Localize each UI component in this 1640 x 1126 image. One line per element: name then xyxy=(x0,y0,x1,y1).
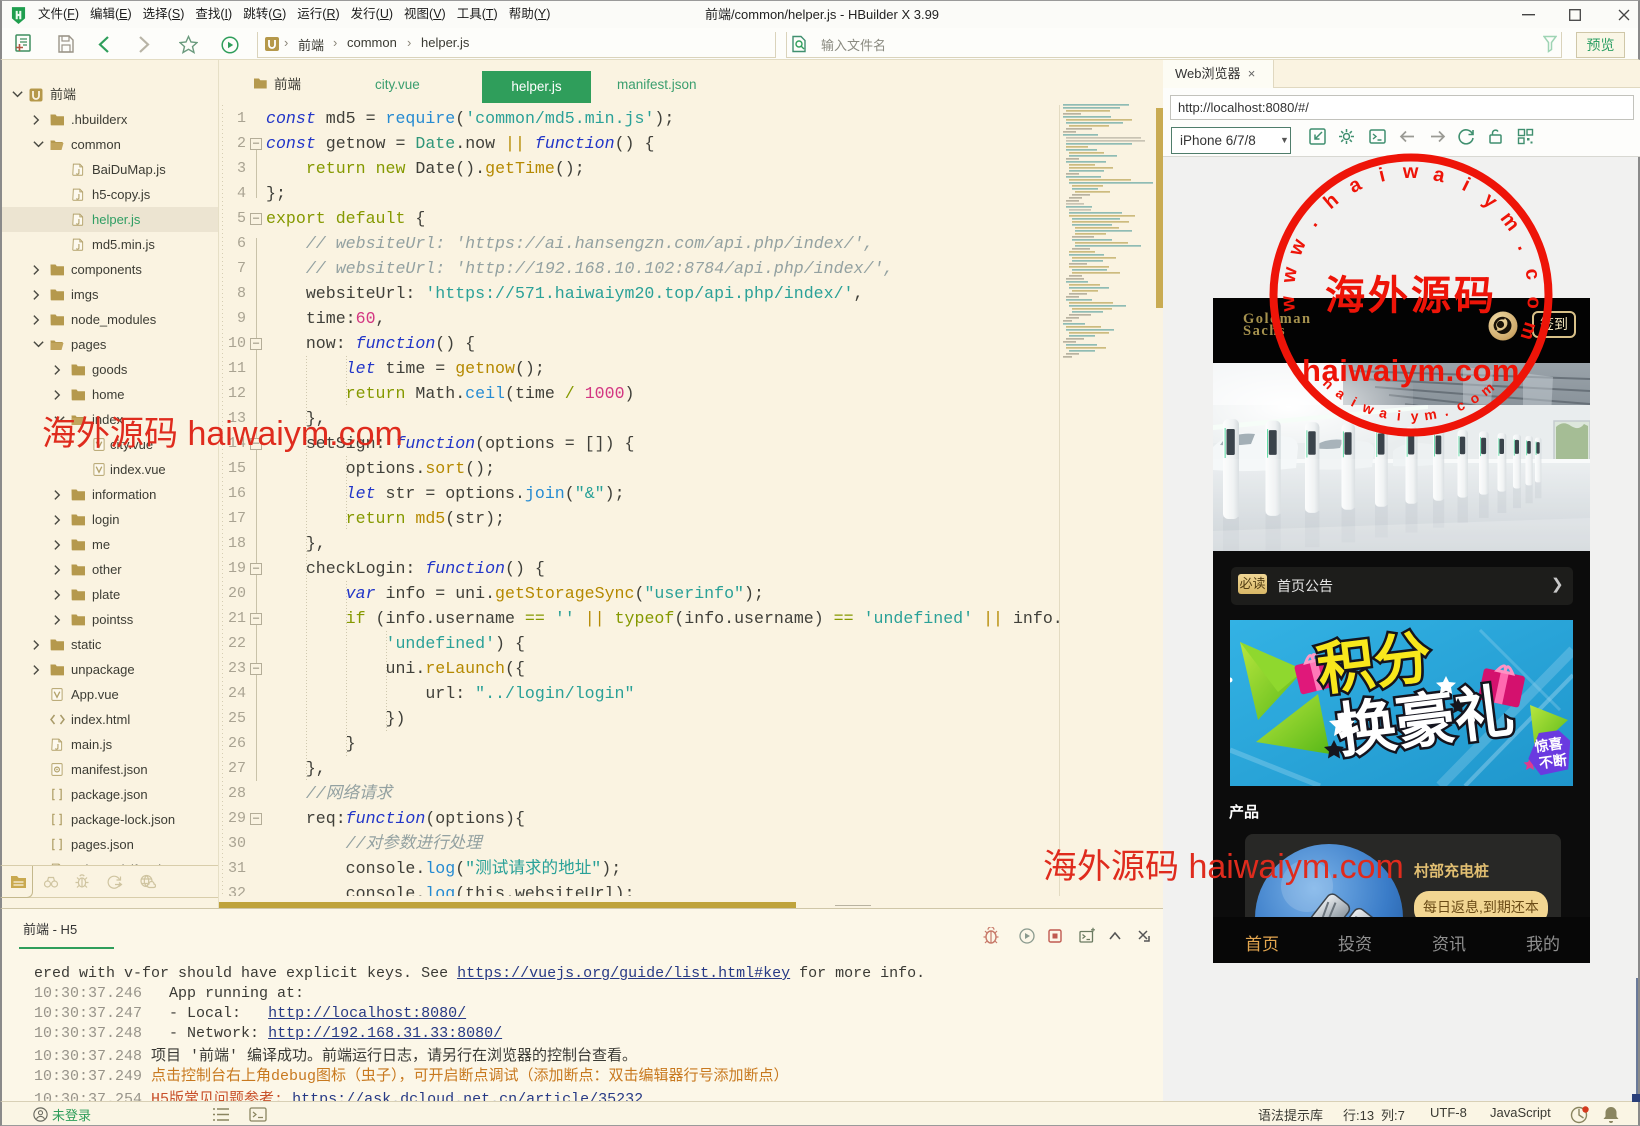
svg-text:y: y xyxy=(1479,189,1502,214)
svg-text:w: w xyxy=(1284,236,1311,260)
svg-text:w: w xyxy=(1402,161,1419,183)
svg-text:o: o xyxy=(1522,296,1545,310)
svg-text:.: . xyxy=(1513,240,1535,254)
svg-text:c: c xyxy=(1454,396,1468,414)
svg-text:i: i xyxy=(1349,394,1360,410)
svg-text:海外源码: 海外源码 xyxy=(1325,274,1497,318)
svg-text:w: w xyxy=(1277,265,1301,285)
svg-text:h: h xyxy=(1320,189,1344,214)
svg-text:w: w xyxy=(1360,398,1377,417)
svg-text:.: . xyxy=(1301,214,1322,231)
svg-text:a: a xyxy=(1431,163,1448,187)
svg-text:.: . xyxy=(1442,403,1450,419)
svg-text:o: o xyxy=(1466,389,1482,407)
svg-text:i: i xyxy=(1459,174,1474,196)
svg-text:m: m xyxy=(1423,406,1438,424)
svg-text:a: a xyxy=(1378,404,1389,421)
svg-text:y: y xyxy=(1411,408,1419,424)
svg-text:i: i xyxy=(1377,164,1388,187)
svg-text:m: m xyxy=(1516,319,1542,342)
svg-text:i: i xyxy=(1396,407,1401,423)
svg-text:a: a xyxy=(1345,173,1366,198)
svg-text:c: c xyxy=(1520,267,1544,282)
svg-text:w: w xyxy=(1277,295,1300,313)
